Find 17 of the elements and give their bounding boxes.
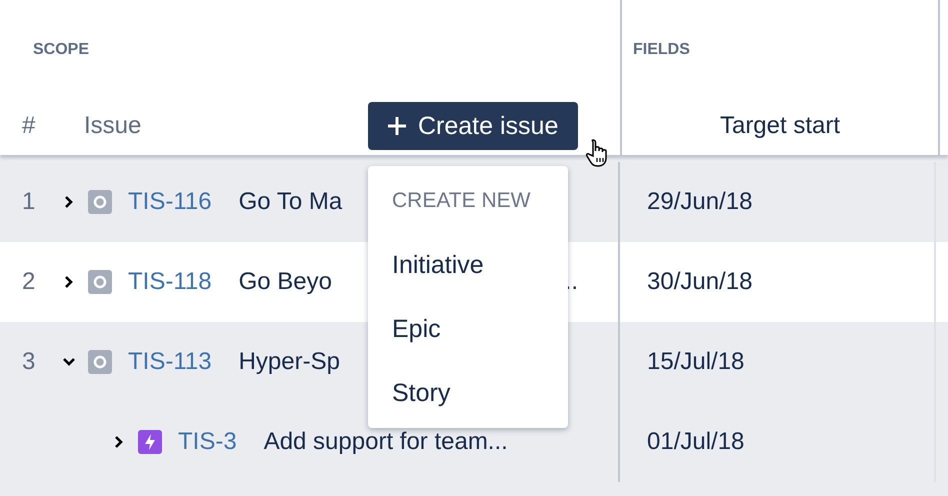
issue-summary: Go Beyo	[238, 268, 332, 296]
issue-summary: Go To Ma	[238, 188, 342, 216]
menu-heading: CREATE NEW	[391, 188, 532, 214]
column-header: Target start	[720, 112, 840, 140]
section-title: SCOPE	[32, 40, 90, 60]
target-start-date: 01/Jul/18	[647, 428, 744, 456]
target-start-date: 15/Jul/18	[647, 348, 744, 376]
column-header: Issue	[84, 112, 142, 140]
issue-summary: Add support for team...	[264, 428, 508, 456]
issue-summary: Hyper-Sp	[238, 348, 340, 376]
row-number: 1	[22, 188, 36, 216]
section-title: FIELDS	[632, 40, 691, 60]
target-start-date: 29/Jun/18	[647, 188, 752, 216]
row-number: 3	[22, 348, 36, 376]
row-number: 2	[22, 268, 36, 296]
target-start-date: 30/Jun/18	[647, 268, 752, 296]
column-header: #	[22, 112, 36, 140]
